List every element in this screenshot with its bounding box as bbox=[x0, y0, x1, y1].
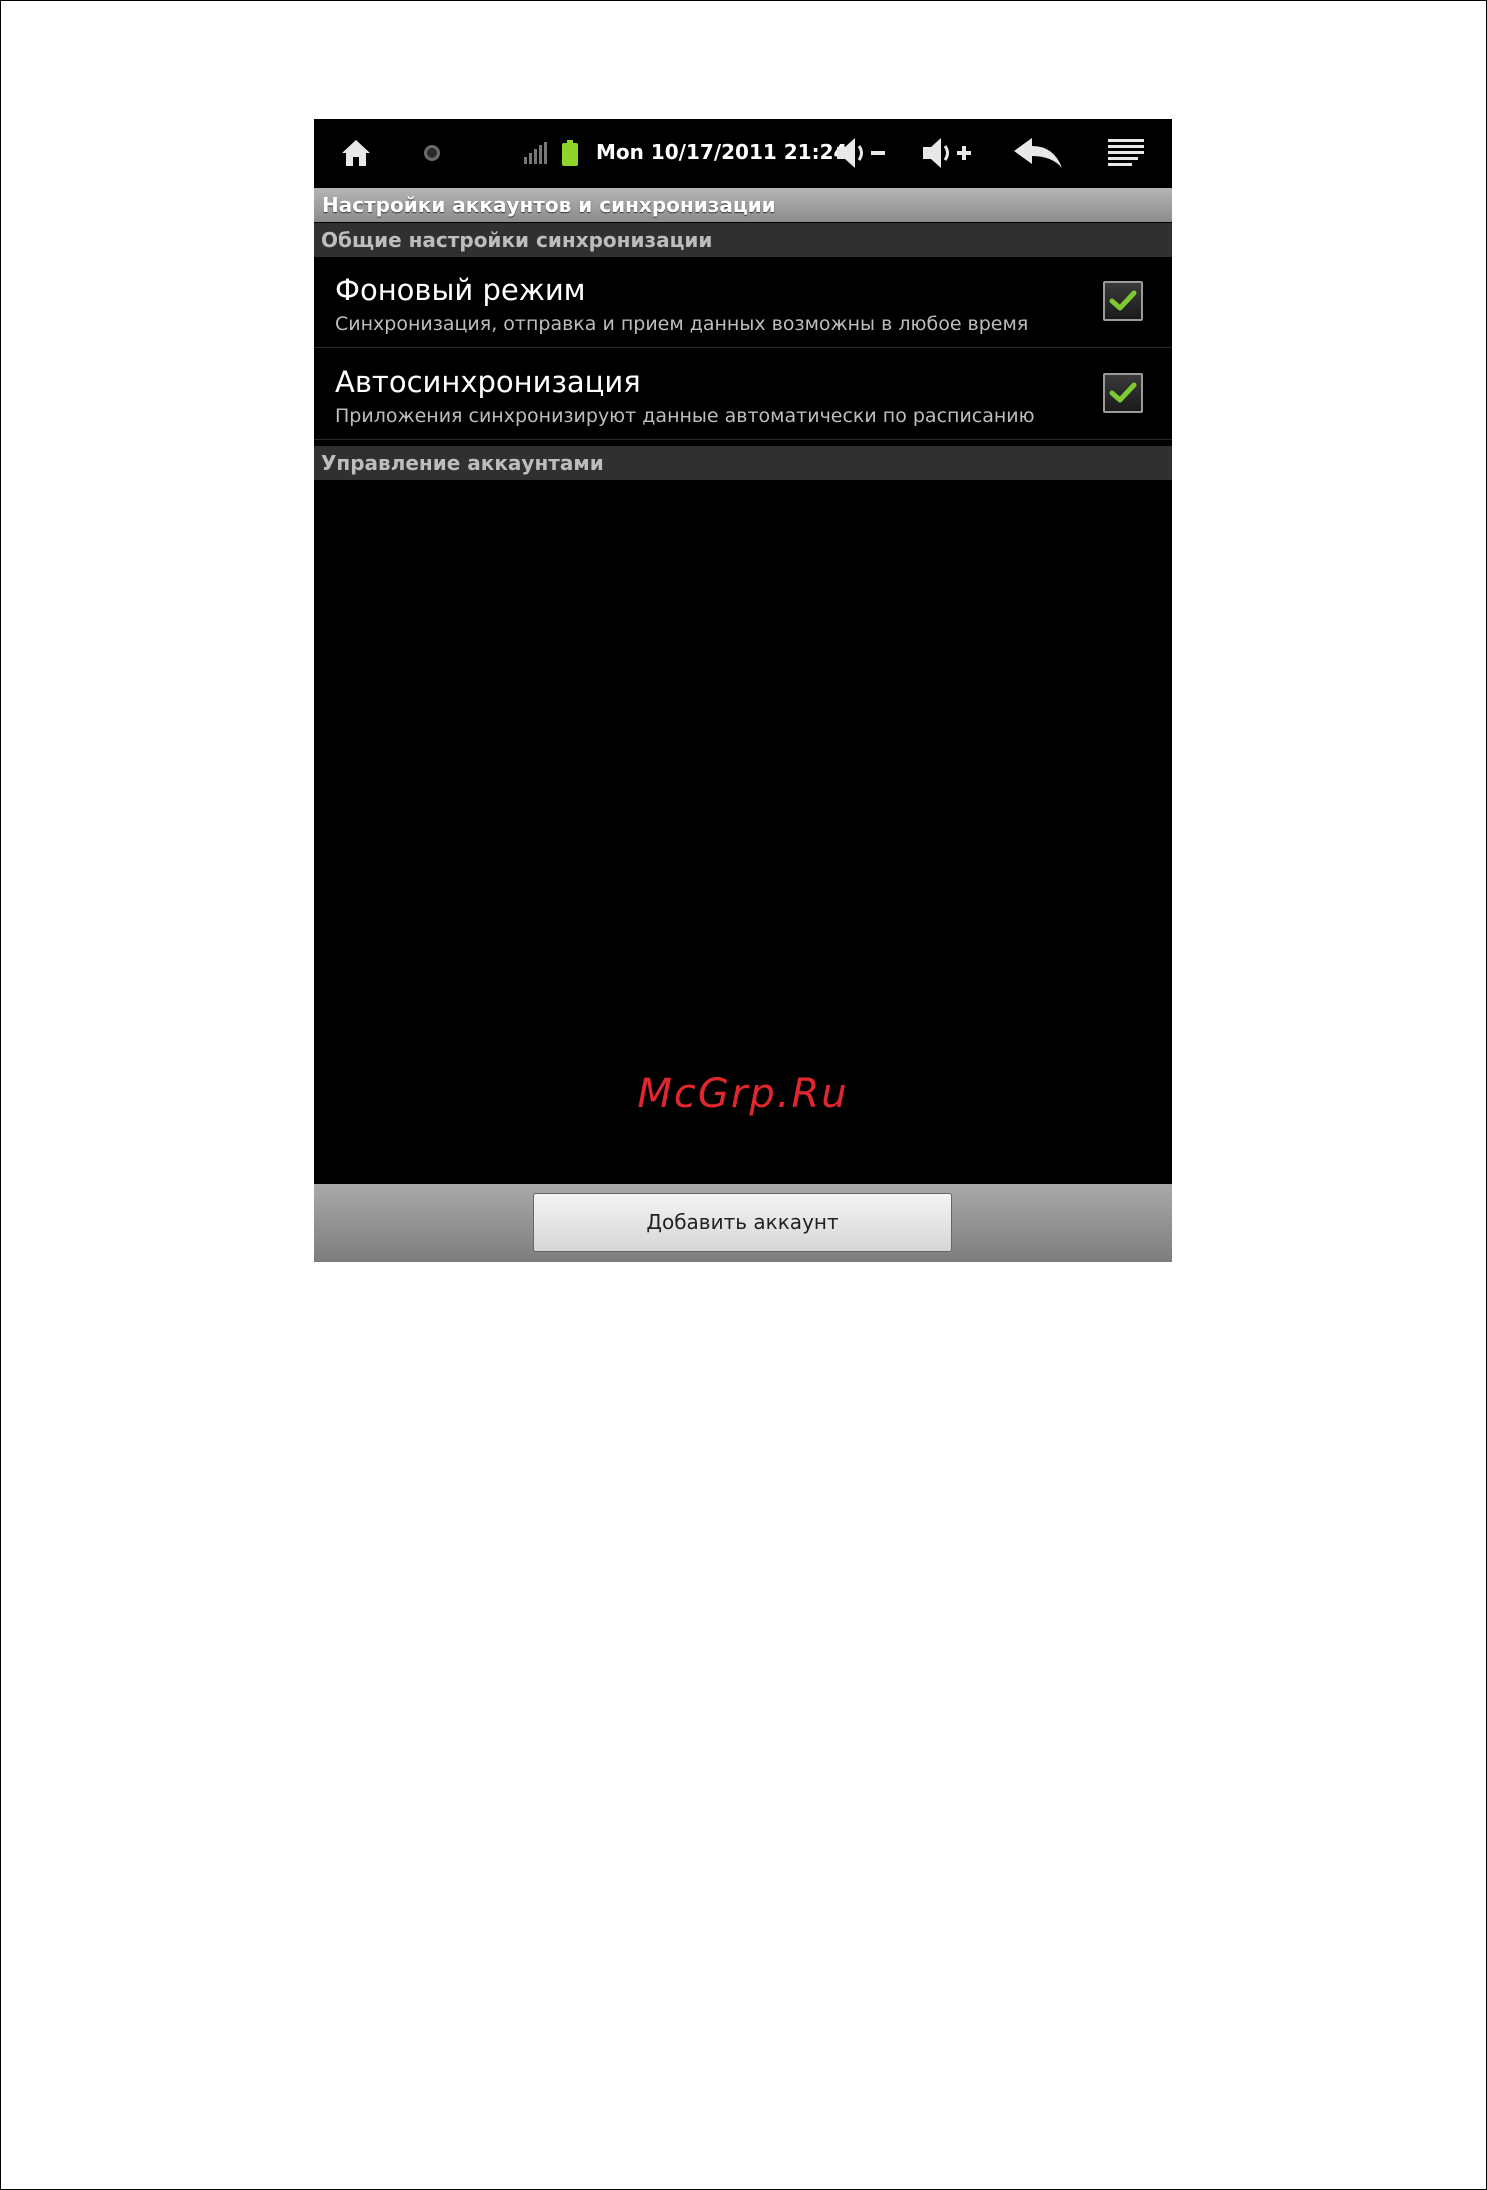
home-icon[interactable] bbox=[334, 119, 378, 186]
notification-dot-icon[interactable] bbox=[414, 119, 450, 186]
status-bar: Mon 10/17/2011 21:24 bbox=[314, 119, 1172, 186]
section-header-accounts: Управление аккаунтами bbox=[314, 446, 1172, 480]
checkmark-icon bbox=[1109, 382, 1137, 403]
device-screen: Mon 10/17/2011 21:24 Настройки аккаунтов… bbox=[314, 119, 1172, 1262]
pref-summary: Приложения синхронизируют данные автомат… bbox=[335, 405, 1035, 427]
pref-title: Фоновый режим bbox=[335, 273, 586, 307]
checkmark-icon bbox=[1109, 290, 1137, 311]
watermark: McGrp.Ru bbox=[637, 1071, 849, 1117]
status-datetime: Mon 10/17/2011 21:24 bbox=[596, 140, 848, 164]
battery-icon bbox=[558, 119, 582, 186]
pref-summary: Синхронизация, отправка и прием данных в… bbox=[335, 313, 1029, 335]
bottom-bar: Добавить аккаунт bbox=[314, 1184, 1172, 1262]
volume-up-icon[interactable] bbox=[920, 119, 976, 186]
pref-auto-sync[interactable]: Автосинхронизация Приложения синхронизир… bbox=[314, 349, 1172, 440]
menu-icon[interactable] bbox=[1104, 119, 1148, 186]
back-icon[interactable] bbox=[1010, 119, 1066, 186]
auto-sync-checkbox[interactable] bbox=[1103, 373, 1143, 413]
pref-background-data[interactable]: Фоновый режим Синхронизация, отправка и … bbox=[314, 257, 1172, 348]
background-data-checkbox[interactable] bbox=[1103, 281, 1143, 321]
page-title: Настройки аккаунтов и синхронизации bbox=[314, 188, 1172, 222]
pref-title: Автосинхронизация bbox=[335, 365, 641, 399]
volume-down-icon[interactable] bbox=[834, 119, 890, 186]
signal-icon bbox=[520, 119, 550, 186]
section-header-general: Общие настройки синхронизации bbox=[314, 223, 1172, 257]
add-account-button[interactable]: Добавить аккаунт bbox=[533, 1193, 952, 1252]
